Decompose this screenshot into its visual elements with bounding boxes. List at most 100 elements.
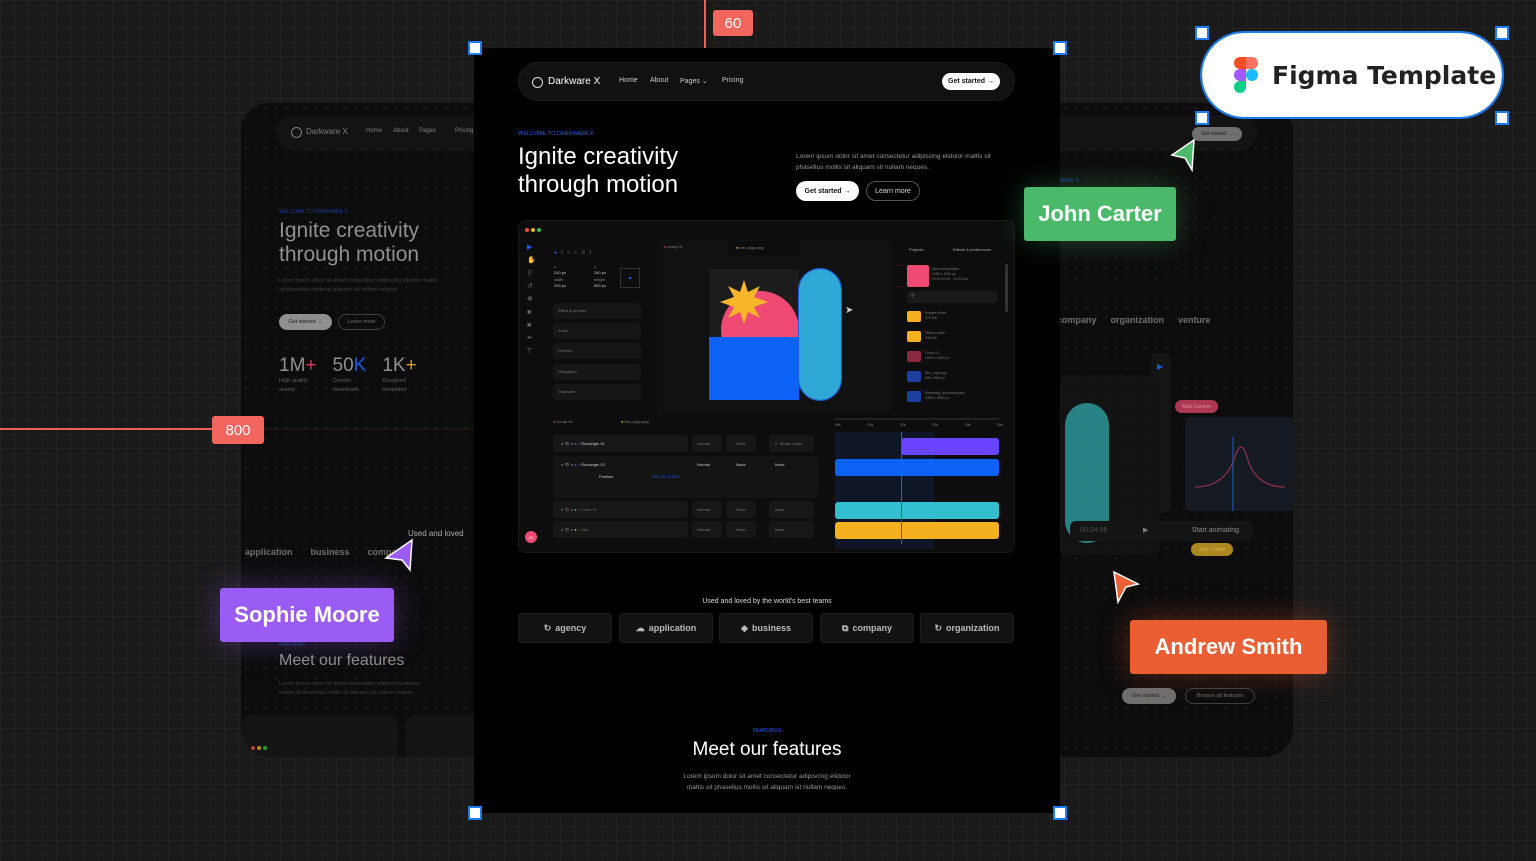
timeline-scrubber[interactable] — [835, 418, 999, 420]
badge-handle-bl[interactable] — [1195, 111, 1209, 125]
features-title: Meet our features — [692, 739, 842, 760]
stat-item: 50K Current downloads — [332, 355, 367, 393]
track-bar-rectangle-02[interactable] — [835, 459, 999, 476]
hero-eyebrow: WELCOME TO DARKWARE X — [518, 131, 594, 137]
zoom-tool-icon[interactable]: ⚲ — [527, 267, 537, 280]
hero-get-started-button[interactable]: Get started → — [796, 181, 859, 201]
site-navbar: Darkware X Home About Pages ⌄ Pricing Ge… — [518, 62, 1015, 101]
prop-x[interactable]: x 240 px — [554, 264, 566, 276]
figma-logo-icon — [1234, 57, 1258, 93]
back-get-started-bottom[interactable]: Get started → — [1122, 688, 1176, 704]
nav-pricing[interactable]: Pricing — [722, 77, 743, 84]
back-feature-card-1 — [241, 715, 398, 757]
logo-application: ☁ application — [619, 613, 713, 643]
hero-learn-more-button[interactable]: Learn more — [866, 181, 920, 201]
badge-handle-br[interactable] — [1495, 111, 1509, 125]
badge-handle-tr[interactable] — [1495, 26, 1509, 40]
projects-scrollbar[interactable] — [1005, 264, 1008, 312]
track-bar-rectangle-01[interactable] — [901, 438, 999, 455]
tab-brix-logo[interactable]: ● brix_logo.png — [728, 241, 800, 255]
prop-y[interactable]: y 240 px — [594, 264, 606, 276]
shape-tool-icon[interactable]: ■ — [527, 319, 537, 332]
back-nav-pages: Pages — [419, 128, 437, 134]
hero-headline: Ignite creativity through motion — [518, 143, 678, 199]
back-learn-more[interactable]: Learn more — [338, 314, 385, 330]
back-logos-right: company organization venture — [1057, 315, 1211, 325]
main-composition-thumb — [907, 265, 929, 287]
tab-effects-preferences[interactable]: Effects & preferences — [953, 247, 991, 252]
back-get-started-hero[interactable]: Get started → — [279, 314, 332, 330]
tab-comp-01[interactable]: ● comp 01 — [664, 244, 683, 249]
back-browse-features[interactable]: Browse all features — [1185, 688, 1255, 704]
project-item[interactable]: Marketing_thumbnail.png 1350 x 1080 px — [907, 389, 997, 409]
tab-projects[interactable]: Projects — [909, 247, 923, 252]
pen-tool-icon[interactable]: ✒ — [527, 332, 537, 345]
back-get-started-button[interactable]: Get started → — [1192, 127, 1242, 141]
nav-pages[interactable]: Pages ⌄ — [680, 77, 708, 85]
project-item[interactable]: Images folder 370 Mb — [907, 309, 997, 329]
user-avatar[interactable]: JC — [525, 531, 537, 543]
badge-handle-tl[interactable] — [1195, 26, 1209, 40]
track-bar-star[interactable] — [835, 522, 999, 539]
selected-pill-shape[interactable] — [798, 268, 842, 401]
tool-column: ▶ ✋ ⚲ ↺ ✥ ■ ■ ✒ T — [527, 241, 537, 358]
john-carter-tag: John Carter — [1024, 187, 1176, 241]
back-eyebrow-right: MARE X — [1060, 178, 1080, 184]
back-logo-icon — [291, 127, 302, 138]
page-preview-frame: Darkware X Home About Pages ⌄ Pricing Ge… — [474, 48, 1060, 813]
panel-audio[interactable]: Audio — [553, 323, 641, 339]
panel-preview[interactable]: Preview — [553, 343, 641, 359]
hero-lead: Lorem ipsum dolor sit amet consectetur a… — [796, 153, 991, 171]
frame-handle-tr[interactable] — [1053, 41, 1067, 55]
camera-tool-icon[interactable]: ■ — [527, 306, 537, 319]
panel-character[interactable]: Character — [553, 384, 641, 400]
move-tool-icon[interactable]: ✥ — [527, 293, 537, 306]
window-close-dot — [525, 228, 529, 232]
select-tool-icon[interactable]: ▶ — [527, 241, 537, 254]
project-item[interactable]: Comp 01 1080 x 1080 px — [907, 349, 997, 369]
project-item[interactable]: Videos folder 240 Mb — [907, 329, 997, 349]
project-search-input[interactable]: ⚲ — [907, 291, 997, 303]
canvas-area: ● comp 01 ● brix_logo.png ➤ — [657, 240, 891, 412]
back-play-icon[interactable]: ▶ — [1143, 526, 1148, 534]
text-tool-icon[interactable]: T — [527, 345, 537, 358]
back-playback-bar: 00:34:58 ▶ Start animating — [1070, 521, 1253, 541]
anchor-grid[interactable] — [620, 268, 640, 288]
prop-width[interactable]: width 234 px — [554, 277, 566, 289]
back-logo-venture: venture — [1178, 315, 1211, 325]
frame-handle-tl[interactable] — [468, 41, 482, 55]
panel-paragraph[interactable]: Paragraph — [553, 364, 641, 380]
logo-organization: ↻ organization — [920, 613, 1014, 643]
back-headline-line2: through motion — [279, 243, 420, 266]
nav-get-started-button[interactable]: Get started → — [942, 73, 1000, 90]
hero-headline-line2: through motion — [518, 171, 679, 198]
frame-handle-br[interactable] — [1053, 806, 1067, 820]
timeline-tab-comp[interactable]: ● Comp 01 — [553, 419, 573, 424]
figma-template-badge[interactable]: Figma Template — [1200, 31, 1504, 119]
projects-panel: Projects Effects & preferences Main comp… — [897, 240, 1014, 412]
panel-effects[interactable]: Effect & presets — [553, 303, 641, 319]
cloud-icon: ☁ — [635, 622, 645, 633]
back-features-eyebrow: FEATURES — [279, 642, 306, 648]
back-nav-home: Home — [366, 128, 383, 134]
frame-handle-bl[interactable] — [468, 806, 482, 820]
main-composition-info: Main composition 1080 x 1080 px 00:00:10:0… — [932, 267, 968, 281]
track-bar-circle-01[interactable] — [835, 502, 999, 519]
back-matt-cannon-tag: Matt Cannon — [1175, 400, 1218, 413]
rotate-tool-icon[interactable]: ↺ — [527, 280, 537, 293]
back-start-animating[interactable]: Start animating — [1192, 527, 1239, 534]
timeline-tab-brix[interactable]: ● brix_logo.png — [621, 419, 649, 424]
sophie-moore-tag: Sophie Moore — [220, 588, 394, 642]
brand-name[interactable]: Darkware X — [548, 76, 600, 87]
back-stats: 1M+ High quality assets 50K Current download… — [279, 355, 417, 395]
hero-headline-line1: Ignite creativity — [518, 143, 679, 170]
stat-item: 1K+ Designed templates — [382, 355, 417, 393]
nav-about[interactable]: About — [650, 77, 668, 84]
window-min-dot — [531, 228, 535, 232]
project-item[interactable]: Brix_logo.png 680 x 680 px — [907, 369, 997, 389]
logo-agency: ↻ agency — [518, 613, 612, 643]
prop-height[interactable]: height 500 px — [594, 277, 606, 289]
nav-home[interactable]: Home — [619, 77, 638, 84]
playhead[interactable] — [901, 432, 902, 544]
hand-tool-icon[interactable]: ✋ — [527, 254, 537, 267]
